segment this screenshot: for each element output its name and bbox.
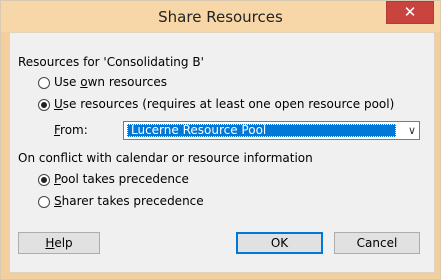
close-button[interactable]: ✕ [386, 1, 434, 24]
title-bar[interactable]: Share Resources ✕ [1, 1, 440, 32]
dialog-body: Resources for 'Consolidating B' Use own … [9, 32, 435, 273]
use-pool-resources-label[interactable]: Use resources (requires at least one ope… [54, 97, 394, 112]
pool-precedence-label[interactable]: Pool takes precedence [54, 172, 189, 187]
use-own-resources-radio[interactable] [38, 77, 50, 89]
close-icon: ✕ [403, 3, 417, 21]
share-resources-dialog: Share Resources ✕ Resources for 'Consoli… [0, 0, 441, 280]
help-button[interactable]: Help [18, 232, 100, 254]
sharer-precedence-radio[interactable] [38, 196, 50, 208]
sharer-precedence-label[interactable]: Sharer takes precedence [54, 194, 204, 209]
from-label: From: [54, 123, 88, 137]
conflict-heading: On conflict with calendar or resource in… [18, 151, 313, 165]
from-pool-dropdown[interactable]: Lucerne Resource Pool ∨ [123, 121, 420, 140]
chevron-down-icon[interactable]: ∨ [408, 122, 416, 139]
use-pool-resources-radio[interactable] [38, 99, 50, 111]
pool-precedence-radio[interactable] [38, 174, 50, 186]
resources-heading: Resources for 'Consolidating B' [18, 55, 204, 69]
cancel-button[interactable]: Cancel [334, 232, 420, 254]
ok-button[interactable]: OK [236, 232, 323, 254]
use-own-resources-label[interactable]: Use own resources [54, 75, 167, 90]
from-pool-selected: Lucerne Resource Pool [127, 123, 396, 137]
dialog-title: Share Resources [158, 8, 283, 26]
